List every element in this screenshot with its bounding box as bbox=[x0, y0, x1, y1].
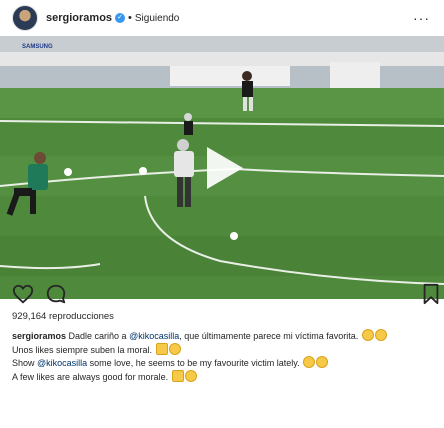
caption-text: A few likes are always good for morale. bbox=[12, 371, 171, 382]
view-count: 929,164 reproducciones bbox=[12, 311, 114, 322]
bookmark-icon[interactable] bbox=[422, 283, 440, 305]
video-player[interactable]: SAMSUNG bbox=[0, 36, 444, 299]
grin-emoji-icon bbox=[184, 369, 197, 382]
caption-text: Dadle cariño a bbox=[66, 331, 130, 341]
caption-line-2: Unos likes siempre suben la moral. bbox=[12, 342, 436, 357]
thumbs-up-emoji-icon bbox=[171, 369, 184, 382]
caption-line-4: A few likes are always good for morale. bbox=[12, 369, 436, 384]
mention-link[interactable]: @kikocasilla bbox=[129, 331, 179, 341]
laughing-emoji-icon bbox=[374, 329, 387, 341]
comment-bubble-icon[interactable] bbox=[45, 283, 67, 305]
caption-author[interactable]: sergioramos bbox=[12, 331, 66, 341]
grin-emoji-icon bbox=[168, 342, 181, 355]
verified-badge-icon: ✓ bbox=[115, 13, 126, 23]
laughing-emoji-icon bbox=[316, 356, 329, 368]
caption-text: some love, he seems to be my favourite v… bbox=[87, 358, 303, 368]
caption-line-1: sergioramos Dadle cariño a @kikocasilla,… bbox=[12, 329, 436, 343]
caption-text: Show bbox=[12, 358, 38, 368]
avatar[interactable] bbox=[12, 5, 38, 31]
caption-line-3: Show @kikocasilla some love, he seems to… bbox=[12, 356, 436, 370]
action-bar bbox=[0, 283, 444, 313]
caption-text: , que últimamente parece mi víctima favo… bbox=[179, 331, 361, 341]
post-header: sergioramos ✓ • Siguiendo bbox=[0, 0, 444, 36]
thumbs-up-emoji-icon bbox=[155, 342, 168, 355]
smile-emoji-icon bbox=[361, 329, 374, 341]
more-horizontal-icon[interactable]: ··· bbox=[413, 10, 430, 26]
sponsor-banner: SAMSUNG bbox=[22, 44, 53, 50]
caption-text: Unos likes siempre suben la moral. bbox=[12, 344, 155, 355]
username-link[interactable]: sergioramos bbox=[46, 12, 112, 24]
play-icon[interactable] bbox=[193, 139, 251, 197]
mention-link[interactable]: @kikocasilla bbox=[37, 358, 87, 368]
following-button[interactable]: Siguiendo bbox=[135, 13, 179, 24]
smile-emoji-icon bbox=[303, 356, 316, 368]
heart-outline-icon[interactable] bbox=[12, 283, 34, 305]
post-caption: sergioramos Dadle cariño a @kikocasilla,… bbox=[12, 329, 436, 383]
separator-dot: • bbox=[128, 12, 132, 24]
